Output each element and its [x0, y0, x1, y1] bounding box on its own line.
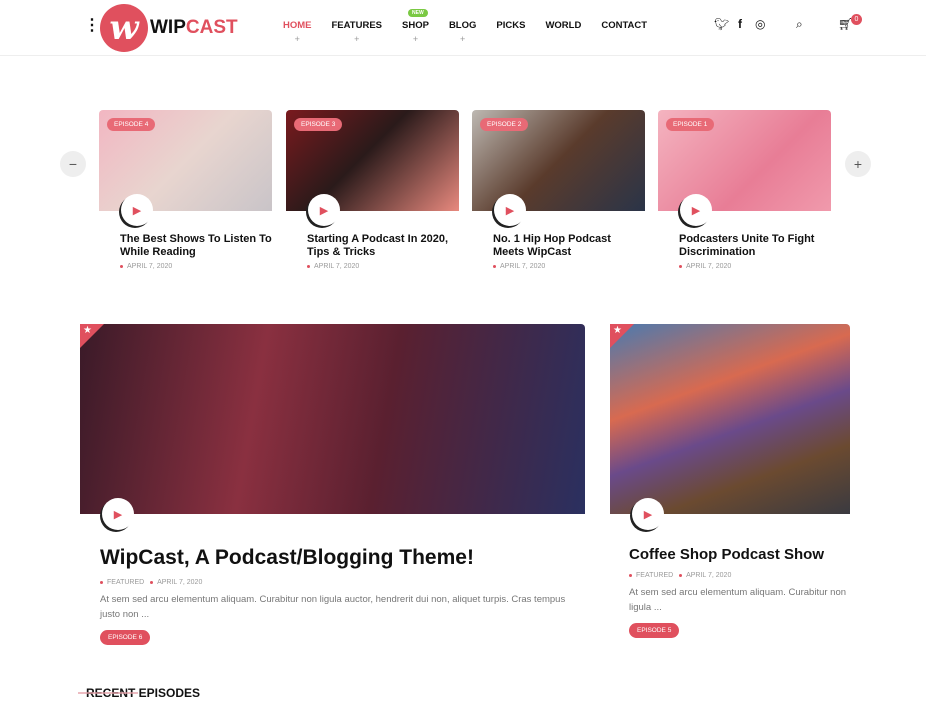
new-badge: NEW	[408, 9, 428, 17]
episode-card[interactable]: EPISODE 3 ▶ Starting A Podcast In 2020, T…	[286, 110, 459, 270]
facebook-icon[interactable]: f	[738, 17, 742, 31]
episode-badge[interactable]: EPISODE 6	[100, 630, 151, 645]
menu-dots-icon[interactable]: ⋮	[84, 18, 100, 34]
episode-image: EPISODE 3 ▶	[286, 110, 459, 226]
section-title: RECENT EPISODES	[77, 686, 201, 700]
play-icon[interactable]: ▶	[680, 194, 712, 226]
nav-blog[interactable]: BLOG +	[449, 20, 476, 44]
episode-image: EPISODE 1 ▶	[658, 110, 831, 226]
nav-features[interactable]: FEATURES +	[332, 20, 383, 44]
main-nav: HOME + FEATURES + NEW SHOP + BLOG + PICKS WOR…	[283, 9, 667, 44]
nav-picks[interactable]: PICKS	[496, 20, 525, 31]
star-icon: ★	[610, 324, 634, 348]
play-icon[interactable]: ▶	[121, 194, 153, 226]
logo[interactable]: w WIPCAST	[100, 4, 238, 52]
episode-card[interactable]: EPISODE 1 ▶ Podcasters Unite To Fight Dis…	[658, 110, 831, 270]
episode-card[interactable]: EPISODE 2 ▶ No. 1 Hip Hop Podcast Meets W…	[472, 110, 645, 270]
nav-contact[interactable]: CONTACT	[601, 20, 647, 31]
nav-home[interactable]: HOME +	[283, 20, 312, 44]
search-icon[interactable]: ⌕	[796, 17, 803, 32]
featured-post: ★ ▶ Coffee Shop Podcast Show FEATURED AP…	[610, 324, 850, 638]
carousel-next-button[interactable]: +	[845, 151, 871, 177]
featured-image[interactable]: ★ ▶	[610, 324, 850, 530]
instagram-icon[interactable]: ◎	[755, 17, 765, 31]
nav-shop[interactable]: NEW SHOP +	[402, 9, 429, 44]
episode-card[interactable]: EPISODE 4 ▶ The Best Shows To Listen To W…	[99, 110, 272, 270]
episode-image: EPISODE 2 ▶	[472, 110, 645, 226]
star-icon: ★	[80, 324, 104, 348]
play-icon[interactable]: ▶	[102, 498, 134, 530]
featured-post: ★ ▶ WipCast, A Podcast/Blogging Theme! F…	[80, 324, 585, 645]
twitter-icon[interactable]: 🐦︎	[714, 17, 729, 31]
carousel-prev-button[interactable]: −	[60, 151, 86, 177]
episode-image: EPISODE 4 ▶	[99, 110, 272, 226]
play-icon[interactable]: ▶	[308, 194, 340, 226]
nav-world[interactable]: WORLD	[545, 20, 581, 31]
play-icon[interactable]: ▶	[494, 194, 526, 226]
featured-image[interactable]: ★ ▶	[80, 324, 585, 530]
episode-badge[interactable]: EPISODE 5	[629, 623, 680, 638]
site-header: ⋮ w WIPCAST HOME + FEATURES + NEW SHOP + BLO…	[0, 0, 926, 56]
cart-count-badge: 0	[851, 14, 862, 25]
play-icon[interactable]: ▶	[632, 498, 664, 530]
